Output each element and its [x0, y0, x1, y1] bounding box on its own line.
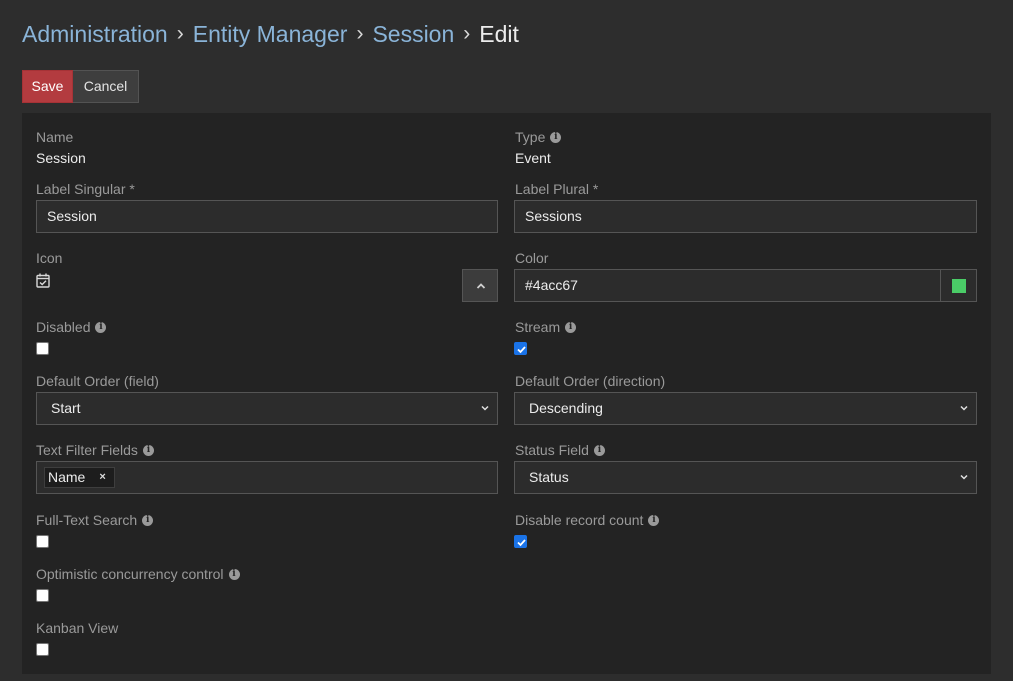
optimistic-concurrency-label: Optimistic concurrency control i — [36, 566, 240, 582]
color-label-text: Color — [515, 250, 549, 266]
color-swatch-button[interactable] — [940, 269, 977, 302]
info-icon[interactable]: i — [95, 321, 107, 333]
type-value: Event — [515, 150, 551, 166]
checkmark-icon — [517, 346, 526, 354]
disable-record-count-checkbox[interactable] — [514, 535, 527, 548]
breadcrumb-session[interactable]: Session — [372, 20, 454, 48]
disable-record-count-label: Disable record count i — [515, 512, 660, 528]
info-icon[interactable]: i — [228, 568, 240, 580]
text-filter-fields-input[interactable]: Name × — [36, 461, 498, 494]
default-order-direction-label: Default Order (direction) — [515, 373, 665, 389]
action-buttons: Save Cancel — [22, 70, 139, 103]
default-order-direction-value: Descending — [529, 400, 603, 416]
filter-tag-name: Name × — [44, 467, 115, 488]
label-singular-label: Label Singular * — [36, 181, 135, 197]
chevron-down-icon — [960, 405, 968, 411]
icon-label: Icon — [36, 250, 62, 266]
chevron-up-icon — [476, 283, 486, 289]
remove-tag-icon[interactable]: × — [99, 467, 105, 488]
chevron-down-icon — [481, 405, 489, 411]
text-filter-fields-label: Text Filter Fields i — [36, 442, 154, 458]
label-singular-label-text: Label Singular * — [36, 181, 135, 197]
color-swatch — [952, 279, 966, 293]
entity-edit-panel: Name Session Type i Event Label Singular… — [22, 113, 991, 674]
default-order-direction-label-text: Default Order (direction) — [515, 373, 666, 389]
breadcrumb-separator: › — [176, 22, 184, 45]
icon-label-text: Icon — [36, 250, 63, 266]
status-field-select[interactable]: Status — [514, 461, 977, 494]
status-field-label-text: Status Field — [515, 442, 589, 458]
default-order-field-label: Default Order (field) — [36, 373, 159, 389]
default-order-field-label-text: Default Order (field) — [36, 373, 159, 389]
info-icon[interactable]: i — [550, 131, 562, 143]
stream-checkbox[interactable] — [514, 342, 527, 355]
checkmark-icon — [517, 539, 526, 547]
disable-record-count-label-text: Disable record count — [515, 512, 644, 528]
color-input[interactable]: #4acc67 — [514, 269, 941, 302]
full-text-search-label: Full-Text Search i — [36, 512, 154, 528]
kanban-view-checkbox[interactable] — [36, 643, 49, 656]
name-label-text: Name — [36, 129, 74, 145]
name-label: Name — [36, 129, 73, 145]
type-label-text: Type — [515, 129, 546, 145]
info-icon[interactable]: i — [565, 321, 577, 333]
status-field-label: Status Field i — [515, 442, 605, 458]
stream-label: Stream i — [515, 319, 577, 335]
breadcrumb-entity-manager[interactable]: Entity Manager — [193, 20, 348, 48]
default-order-field-select[interactable]: Start — [36, 392, 498, 425]
full-text-search-label-text: Full-Text Search — [36, 512, 138, 528]
breadcrumb: Administration › Entity Manager › Sessio… — [22, 20, 519, 48]
disabled-checkbox[interactable] — [36, 342, 49, 355]
breadcrumb-separator: › — [356, 22, 364, 45]
text-filter-fields-label-text: Text Filter Fields — [36, 442, 138, 458]
breadcrumb-current: Edit — [479, 21, 519, 47]
stream-label-text: Stream — [515, 319, 561, 335]
name-value: Session — [36, 150, 86, 166]
calendar-check-icon[interactable] — [36, 273, 50, 288]
disabled-label-text: Disabled — [36, 319, 91, 335]
filter-tag-label: Name — [48, 469, 86, 485]
icon-picker-button[interactable] — [462, 269, 498, 302]
info-icon[interactable]: i — [648, 514, 660, 526]
default-order-direction-select[interactable]: Descending — [514, 392, 977, 425]
info-icon[interactable]: i — [142, 444, 154, 456]
type-label: Type i — [515, 129, 562, 145]
label-plural-label: Label Plural * — [515, 181, 598, 197]
breadcrumb-administration[interactable]: Administration — [22, 20, 168, 48]
cancel-button[interactable]: Cancel — [73, 70, 139, 103]
status-field-value: Status — [529, 469, 569, 485]
label-plural-label-text: Label Plural * — [515, 181, 599, 197]
color-label: Color — [515, 250, 548, 266]
info-icon[interactable]: i — [142, 514, 154, 526]
kanban-view-label: Kanban View — [36, 620, 118, 636]
label-plural-input[interactable]: Sessions — [514, 200, 977, 233]
full-text-search-checkbox[interactable] — [36, 535, 49, 548]
disabled-label: Disabled i — [36, 319, 107, 335]
breadcrumb-separator: › — [463, 22, 471, 45]
info-icon[interactable]: i — [593, 444, 605, 456]
chevron-down-icon — [960, 474, 968, 480]
optimistic-concurrency-checkbox[interactable] — [36, 589, 49, 602]
optimistic-concurrency-label-text: Optimistic concurrency control — [36, 566, 224, 582]
kanban-view-label-text: Kanban View — [36, 620, 119, 636]
label-singular-input[interactable]: Session — [36, 200, 498, 233]
save-button[interactable]: Save — [22, 70, 73, 103]
default-order-field-value: Start — [51, 400, 81, 416]
